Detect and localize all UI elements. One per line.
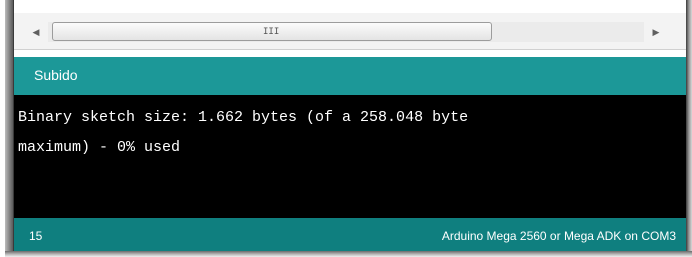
scroll-left-arrow-icon[interactable]: ◀ [26, 22, 46, 42]
scroll-track[interactable]: III [48, 22, 644, 42]
horizontal-scrollbar[interactable]: ◀ III ▶ [14, 13, 686, 50]
window-frame-right [686, 0, 692, 257]
console-text: Binary sketch size: 1.662 bytes (of a 25… [18, 109, 469, 156]
window-frame-bottom [5, 251, 692, 257]
line-number: 15 [29, 229, 43, 243]
footer-bar: 15 Arduino Mega 2560 or Mega ADK on COM3 [14, 218, 686, 251]
window-frame-left [5, 0, 14, 257]
board-info: Arduino Mega 2560 or Mega ADK on COM3 [441, 229, 676, 243]
scroll-right-arrow-icon[interactable]: ▶ [646, 22, 666, 42]
scroll-thumb[interactable]: III [52, 22, 492, 41]
console-output[interactable]: Binary sketch size: 1.662 bytes (of a 25… [14, 95, 686, 218]
grip-icon: III [263, 27, 280, 37]
status-message: Subido [34, 67, 78, 83]
status-bar: Subido [14, 57, 686, 95]
